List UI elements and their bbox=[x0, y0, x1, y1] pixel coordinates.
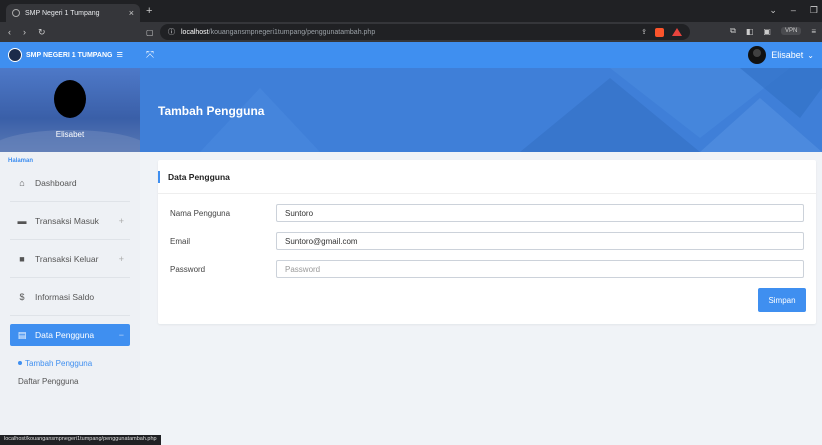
window-controls: ⌄ – ❐ bbox=[769, 5, 818, 16]
expand-icon: + bbox=[118, 215, 124, 226]
url-path: /kouangansmpnegeri1tumpang/penggunatamba… bbox=[208, 28, 376, 36]
vpn-button[interactable]: VPN bbox=[780, 27, 802, 35]
url-host: localhost bbox=[181, 28, 209, 36]
profile-name: Elisabet bbox=[55, 130, 85, 139]
new-tab-button[interactable]: + bbox=[146, 5, 152, 17]
user-menu[interactable]: Elisabet ⌄ bbox=[748, 46, 814, 64]
sidebar-item-informasi-saldo[interactable]: $ Informasi Saldo bbox=[10, 278, 130, 316]
card-title: Data Pengguna bbox=[168, 171, 230, 182]
back-icon[interactable]: ‹ bbox=[8, 27, 11, 38]
tab-title: SMP Negeri 1 Tumpang bbox=[25, 9, 100, 17]
brand[interactable]: SMP NEGERI 1 TUMPANG ≡ bbox=[0, 48, 140, 62]
share-icon[interactable]: ⇪ bbox=[641, 28, 647, 36]
browser-tab-bar: SMP Negeri 1 Tumpang × + ⌄ – ❐ bbox=[0, 0, 822, 22]
sidebar-profile: Elisabet bbox=[0, 68, 140, 152]
restore-icon[interactable]: ❐ bbox=[810, 5, 818, 16]
collapse-icon: − bbox=[118, 330, 124, 340]
brave-shield-icon[interactable] bbox=[655, 27, 664, 37]
avatar bbox=[748, 46, 767, 64]
browser-tab[interactable]: SMP Negeri 1 Tumpang × bbox=[6, 4, 140, 22]
sidebar-item-dashboard[interactable]: ⌂ Dashboard bbox=[10, 164, 130, 202]
browser-nav-bar: ‹ › ↻ ▢ ⓘ localhost/kouangansmpnegeri1tu… bbox=[0, 22, 822, 42]
sidebar-item-label: Data Pengguna bbox=[35, 330, 95, 340]
warning-icon[interactable] bbox=[672, 28, 682, 36]
sidebar-subitem-label: Daftar Pengguna bbox=[18, 376, 79, 386]
brand-name: SMP NEGERI 1 TUMPANG bbox=[26, 51, 113, 59]
wallet-icon: ■ bbox=[19, 253, 25, 264]
nama-label: Nama Pengguna bbox=[170, 208, 231, 218]
email-input[interactable] bbox=[276, 232, 804, 250]
form-row-password: Password bbox=[170, 260, 804, 278]
nama-pengguna-input[interactable] bbox=[276, 204, 804, 222]
sidebar-item-label: Transaksi Masuk bbox=[35, 215, 99, 226]
simpan-button[interactable]: Simpan bbox=[758, 288, 806, 312]
menu-icon[interactable]: ≡ bbox=[811, 27, 816, 36]
expand-icon: + bbox=[118, 253, 124, 264]
sidebar-item-transaksi-masuk[interactable]: ▬ Transaksi Masuk + bbox=[10, 202, 130, 240]
id-card-icon: ▤ bbox=[17, 329, 27, 340]
wallet-icon[interactable]: ▣ bbox=[763, 27, 771, 36]
cash-icon: ▬ bbox=[17, 215, 27, 226]
page-title: Tambah Pengguna bbox=[158, 104, 265, 118]
card-header: Data Pengguna bbox=[158, 160, 816, 194]
sidebar-item-label: Transaksi Keluar bbox=[35, 253, 99, 264]
active-dot-icon bbox=[18, 361, 22, 365]
bookmark-icon[interactable]: ▢ bbox=[146, 28, 154, 37]
sidebar-subitem-tambah-pengguna[interactable]: Tambah Pengguna bbox=[18, 354, 140, 372]
profile-avatar bbox=[54, 80, 86, 118]
page-banner: Tambah Pengguna bbox=[140, 68, 822, 152]
forward-icon[interactable]: › bbox=[23, 27, 26, 38]
user-name: Elisabet bbox=[771, 50, 804, 60]
extensions-icon[interactable]: ⧉ bbox=[730, 26, 736, 36]
sidebar-item-label: Informasi Saldo bbox=[35, 291, 95, 302]
user-form-card: Data Pengguna Nama Pengguna Email Passwo… bbox=[158, 160, 816, 324]
sidebar-item-data-pengguna[interactable]: ▤ Data Pengguna − bbox=[10, 324, 130, 346]
sidebar-subitem-daftar-pengguna[interactable]: Daftar Pengguna bbox=[18, 372, 140, 390]
password-input[interactable] bbox=[276, 260, 804, 278]
close-tab-icon[interactable]: × bbox=[129, 8, 134, 18]
password-label: Password bbox=[170, 264, 206, 274]
app-header: SMP NEGERI 1 TUMPANG ≡ ⤧ Elisabet ⌄ bbox=[0, 42, 822, 68]
address-bar[interactable]: ⓘ localhost/kouangansmpnegeri1tumpang/pe… bbox=[160, 24, 690, 40]
info-icon[interactable]: ⓘ bbox=[168, 27, 175, 37]
sidebar-item-transaksi-keluar[interactable]: ■ Transaksi Keluar + bbox=[10, 240, 130, 278]
hamburger-icon[interactable]: ≡ bbox=[116, 49, 122, 61]
globe-icon bbox=[12, 9, 20, 17]
fullscreen-icon[interactable]: ⤧ bbox=[146, 50, 154, 61]
email-label: Email bbox=[170, 236, 191, 246]
chevron-down-icon: ⌄ bbox=[807, 50, 814, 60]
sidebar-icon[interactable]: ◧ bbox=[746, 27, 754, 36]
reload-icon[interactable]: ↻ bbox=[38, 27, 46, 38]
form-row-nama: Nama Pengguna bbox=[170, 204, 804, 222]
form-row-email: Email bbox=[170, 232, 804, 250]
sidebar: Elisabet Halaman ⌂ Dashboard ▬ Transaksi… bbox=[0, 68, 140, 445]
dollar-icon: $ bbox=[19, 291, 25, 302]
sidebar-subitem-label: Tambah Pengguna bbox=[25, 358, 93, 368]
accent-bar bbox=[158, 170, 160, 183]
browser-toolbar-right: ⧉ ◧ ▣ VPN ≡ bbox=[730, 26, 816, 36]
home-icon: ⌂ bbox=[19, 177, 25, 188]
school-logo-icon bbox=[8, 48, 22, 62]
status-url: localhost/kouangansmpnegeri1tumpang/peng… bbox=[0, 435, 161, 445]
minimize-icon[interactable]: – bbox=[791, 5, 796, 16]
sidebar-item-label: Dashboard bbox=[35, 177, 77, 188]
chevron-down-icon[interactable]: ⌄ bbox=[769, 5, 777, 16]
